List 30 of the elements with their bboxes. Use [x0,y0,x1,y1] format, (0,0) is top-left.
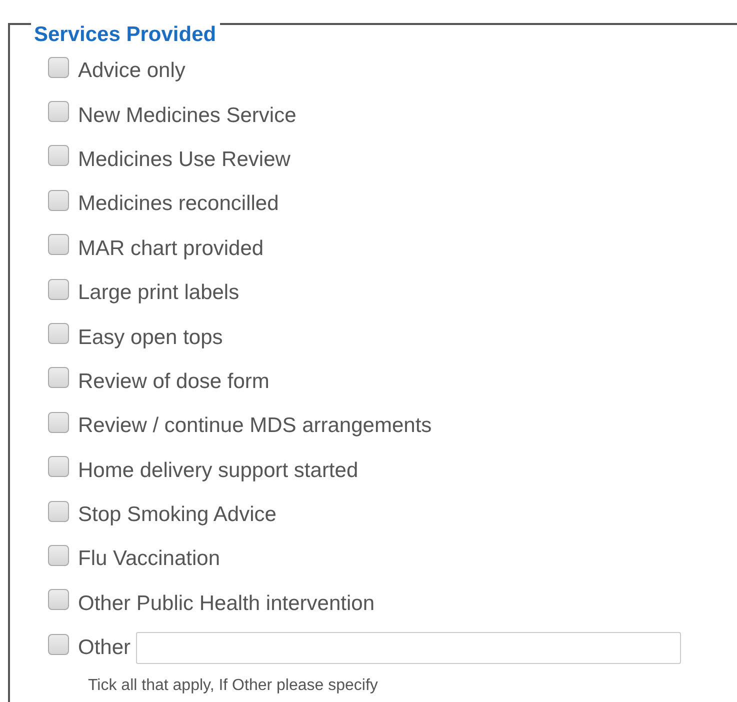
checkbox-label: Medicines reconcilled [78,191,279,218]
checkbox-label: Other Public Health intervention [78,590,374,617]
checkbox[interactable] [48,367,69,388]
checkbox[interactable] [48,101,69,122]
checkbox[interactable] [48,412,69,433]
checkbox[interactable] [48,456,69,478]
checkbox[interactable] [48,589,69,610]
checkbox-label: Flu Vaccination [78,546,220,572]
checkbox[interactable] [48,500,69,522]
help-text: Tick all that apply, If Other please specify [88,676,379,696]
checkbox[interactable] [48,544,69,566]
checkbox-label: New Medicines Service [78,102,296,129]
checkbox-label: Advice only [78,58,186,84]
checkbox-label: MAR chart provided [78,236,264,262]
checkbox[interactable] [48,323,69,344]
checkbox-label: Large print labels [78,280,240,306]
checkbox[interactable] [48,190,69,211]
checkbox-label: Stop Smoking Advice [78,502,276,528]
input-field[interactable] [136,632,681,664]
checkbox[interactable] [48,234,69,256]
checkbox-label: Medicines Use Review [78,146,290,173]
checkbox[interactable] [48,278,69,300]
checkbox-label: Review / continue MDS arrangements [78,413,432,440]
checkbox[interactable] [48,634,69,655]
checkbox-label: Easy open tops [78,324,223,351]
checkbox[interactable] [48,56,69,78]
checkbox-label: Other [78,635,131,662]
checkbox[interactable] [48,145,69,166]
checkbox-label: Review of dose form [78,368,270,395]
checkbox-label: Home delivery support started [78,458,358,484]
